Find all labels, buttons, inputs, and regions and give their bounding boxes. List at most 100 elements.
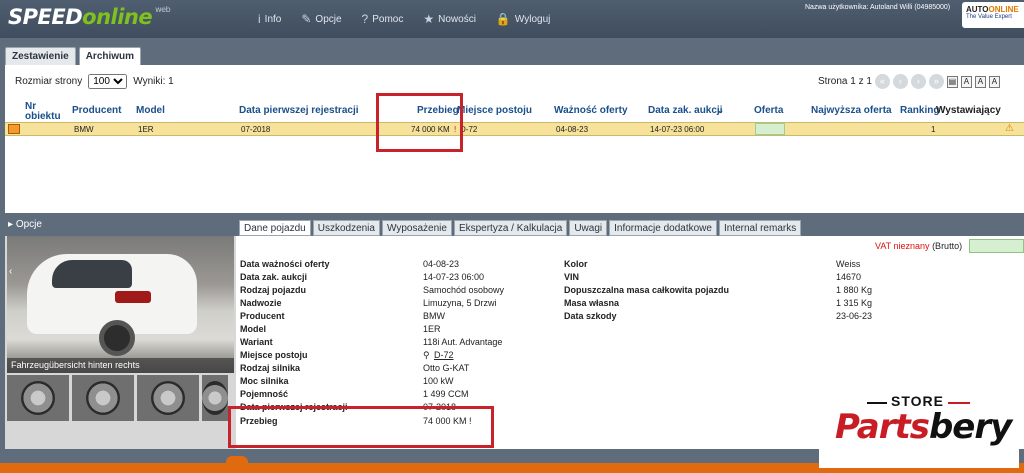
detail-key: Kolor — [564, 259, 588, 269]
star-icon: ★ — [423, 12, 435, 26]
nav-nowosci[interactable]: ★ Nowości — [423, 12, 476, 26]
prev-page-icon[interactable]: ‹ — [892, 74, 908, 89]
page-size-select[interactable]: 100 — [88, 74, 128, 89]
location-link[interactable]: D-72 — [434, 350, 454, 360]
tab-wyposazenie[interactable]: Wyposażenie — [381, 220, 452, 236]
pager-text: Strona 1 z 1 — [818, 76, 872, 87]
nav-nowosci-label: Nowości — [438, 13, 476, 25]
autoonline-brand: AUTOONLINE The Value Expert — [962, 2, 1024, 28]
pager: Strona 1 z 1 « ‹ › » ▤ A A A — [818, 74, 1000, 89]
sort-desc-icon[interactable]: ⌄ — [716, 105, 724, 116]
cell-data-aukcji: 14-07-23 06:00 — [650, 125, 705, 134]
col-ranking[interactable]: Ranking — [900, 105, 939, 116]
vat-red: VAT nieznany — [875, 241, 930, 251]
watermark-name-red: Parts — [835, 407, 930, 447]
detail-value: Otto G-KAT — [423, 363, 470, 373]
col-najwyzsza-oferta[interactable]: Najwyższa oferta — [811, 105, 892, 116]
detail-key: Moc silnika — [240, 376, 289, 386]
vehicle-card-icon[interactable] — [8, 124, 20, 134]
main-photo[interactable]: ‹ Fahrzeugübersicht hinten rechts — [7, 236, 234, 373]
tab-ekspertyza[interactable]: Ekspertyza / Kalkulacja — [453, 220, 568, 236]
tab-archiwum[interactable]: Archiwum — [78, 47, 142, 65]
last-page-icon[interactable]: » — [928, 74, 944, 89]
cell-data-rejestracji: 07-2018 — [241, 125, 271, 134]
first-page-icon[interactable]: « — [874, 74, 890, 89]
detail-value: 1ER — [423, 324, 441, 334]
detail-key: Dopuszczalna masa całkowita pojazdu — [564, 285, 730, 295]
col-producent[interactable]: Producent — [72, 105, 121, 116]
detail-key: Rodzaj silnika — [240, 363, 301, 373]
detail-key: VIN — [564, 272, 580, 282]
detail-value: 14-07-23 06:00 — [423, 272, 485, 282]
tab-uwagi[interactable]: Uwagi — [569, 220, 608, 236]
nav-opcje[interactable]: ✎ Opcje — [301, 12, 341, 26]
tab-informacje[interactable]: Informacje dodatkowe — [609, 220, 717, 236]
detail-key: Model — [240, 324, 266, 334]
table-row[interactable]: BMW 1ER 07-2018 74 000 KM ! D-72 04-08-2… — [5, 122, 1024, 136]
next-page-icon[interactable]: › — [910, 74, 926, 89]
vat-input[interactable] — [969, 239, 1024, 253]
table-header: Nr obiektu Producent Model Data pierwsze… — [5, 102, 1024, 122]
col-data-rejestracji[interactable]: Data pierwszej rejestracji — [239, 105, 359, 116]
warning-icon[interactable]: ⚠ — [1005, 123, 1014, 134]
col-oferta[interactable]: Oferta — [754, 105, 783, 116]
col-wystawiajacy[interactable]: Wystawiający — [936, 105, 1001, 116]
thumbnail[interactable] — [7, 375, 69, 421]
tab-dane-pojazdu[interactable]: Dane pojazdu — [239, 220, 311, 236]
col-nr-obiektu[interactable]: Nr obiektu — [25, 102, 65, 122]
thumbnail[interactable] — [72, 375, 134, 421]
options-toggle[interactable]: ▸ Opcje — [8, 219, 42, 230]
detail-key: Nadwozie — [240, 298, 282, 308]
detail-value: 100 kW — [423, 376, 454, 386]
detail-value: Samochód osobowy — [423, 285, 505, 295]
user-info: Nazwa użytkownika: Autoland Willi (04985… — [805, 4, 951, 11]
lock-icon: 🔒 — [495, 12, 511, 26]
offer-input[interactable] — [755, 123, 785, 135]
results-panel: Rozmiar strony 100 Wyniki: 1 Strona 1 z … — [5, 65, 1024, 213]
detail-value: Weiss — [836, 259, 861, 269]
col-model[interactable]: Model — [136, 105, 165, 116]
col-data-zak-aukcji[interactable]: Data zak. aukcji — [648, 105, 722, 116]
car-wheel — [99, 320, 135, 356]
nav-wyloguj[interactable]: 🔒 Wyloguj — [496, 12, 550, 26]
help-icon: ? — [361, 12, 369, 26]
vat-status: VAT nieznany (Brutto) — [875, 241, 962, 251]
page-size-label: Rozmiar strony — [15, 76, 83, 87]
detail-value: 04-08-23 — [423, 259, 460, 269]
font-size-medium[interactable]: A — [974, 75, 986, 88]
print-icon[interactable]: ▤ — [946, 75, 958, 88]
wheel-rim-image — [202, 381, 228, 415]
thumbnail[interactable] — [202, 375, 228, 421]
car-rear-window — [52, 260, 132, 288]
main-nav: i Info ✎ Opcje ? Pomoc ★ Nowości 🔒 Wyloguj — [258, 12, 550, 26]
car-icon[interactable] — [226, 456, 248, 466]
list-toolbar: Rozmiar strony 100 Wyniki: 1 — [15, 74, 174, 89]
thumbnail[interactable] — [137, 375, 199, 421]
wheel-rim-image — [151, 381, 185, 415]
tab-zestawienie[interactable]: Zestawienie — [5, 47, 76, 65]
detail-key: Data ważności oferty — [240, 259, 330, 269]
tab-internal-remarks[interactable]: Internal remarks — [718, 220, 802, 236]
cell-producent: BMW — [74, 125, 94, 134]
col-waznosc-oferty[interactable]: Ważność oferty — [554, 105, 628, 116]
font-size-large[interactable]: A — [988, 75, 1000, 88]
photo-caption: Fahrzeugübersicht hinten rechts — [7, 358, 234, 373]
nav-info[interactable]: i Info — [258, 12, 281, 26]
tab-uszkodzenia[interactable]: Uszkodzenia — [312, 220, 380, 236]
map-pin-icon[interactable]: ⚲ — [423, 350, 430, 361]
detail-key: Data zak. aukcji — [240, 272, 308, 282]
detail-key: Data szkody — [564, 311, 617, 321]
prev-photo-icon[interactable]: ‹ — [9, 266, 15, 280]
highlight-box-przebieg-detail — [228, 406, 494, 448]
font-size-small[interactable]: A — [960, 75, 972, 88]
col-miejsce-postoju[interactable]: Miejsce postoju — [457, 105, 532, 116]
detail-key: Pojemność — [240, 389, 289, 399]
logo-main: SPEED — [8, 5, 83, 29]
speedonline-logo[interactable]: SPEEDonline web — [8, 5, 171, 29]
nav-pomoc[interactable]: ? Pomoc — [362, 12, 404, 26]
brand-top: AUTO — [966, 5, 989, 14]
detail-value: 23-06-23 — [836, 311, 873, 321]
watermark-name: Partsbery — [835, 407, 1012, 447]
options-label: Opcje — [15, 219, 42, 230]
highlight-box-przebieg-list — [376, 93, 463, 152]
